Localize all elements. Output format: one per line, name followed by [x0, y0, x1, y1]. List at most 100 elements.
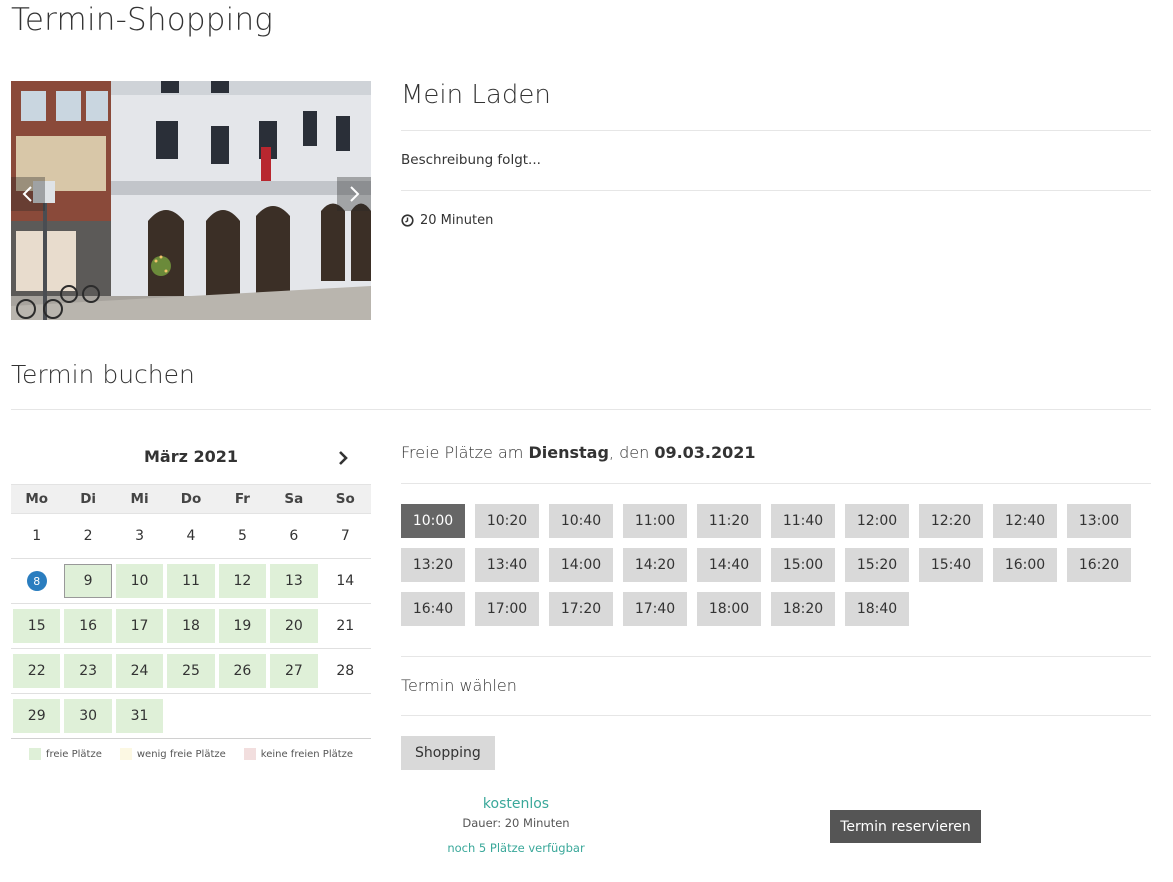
weekday-label: Mi: [130, 491, 149, 507]
divider: [401, 715, 1151, 716]
calendar-day[interactable]: 15: [11, 604, 62, 648]
calendar-empty-cell: [268, 694, 319, 738]
time-slot-button[interactable]: 15:00: [771, 548, 835, 582]
calendar-day[interactable]: 27: [268, 649, 319, 693]
calendar-day-number: 7: [340, 528, 350, 544]
time-slot-button[interactable]: 14:40: [697, 548, 761, 582]
calendar-day-number: 16: [79, 618, 98, 634]
slots-heading-middle: , den: [608, 443, 655, 462]
calendar-day: 21: [320, 604, 371, 648]
calendar-day-number: 8: [26, 571, 47, 591]
divider: [401, 483, 1151, 484]
time-slot-button[interactable]: 17:00: [475, 592, 539, 626]
time-slot-button[interactable]: 16:00: [993, 548, 1057, 582]
time-slot-button[interactable]: 18:00: [697, 592, 761, 626]
reserve-appointment-button[interactable]: Termin reservieren: [830, 810, 981, 843]
legend-swatch: [119, 748, 132, 760]
time-slot-button[interactable]: 11:40: [771, 504, 835, 538]
slots-heading-prefix: Freie Plätze am: [401, 443, 529, 462]
price-label: kostenlos: [482, 796, 550, 812]
calendar-day-number: 12: [233, 573, 252, 589]
time-slot-button[interactable]: 14:00: [549, 548, 613, 582]
calendar-day-number: 22: [27, 663, 46, 679]
shop-name: Mein Laden: [401, 80, 551, 110]
divider: [401, 656, 1151, 657]
calendar-day-number: 31: [130, 708, 149, 724]
weekday-label: Sa: [284, 491, 304, 507]
weekday-label: Do: [180, 491, 202, 507]
time-slot-button[interactable]: 16:20: [1067, 548, 1131, 582]
time-slot-button[interactable]: 12:00: [845, 504, 909, 538]
calendar-day[interactable]: 30: [62, 694, 113, 738]
calendar-weekday-header: Mo Di Mi Do Fr Sa So: [11, 484, 371, 514]
legend-label: freie Plätze: [45, 748, 102, 760]
calendar-day[interactable]: 13: [268, 559, 319, 603]
calendar-day[interactable]: 18: [165, 604, 216, 648]
time-slot-button[interactable]: 14:20: [623, 548, 687, 582]
calendar-day-number: 26: [233, 663, 252, 679]
time-slot-button[interactable]: 16:40: [401, 592, 465, 626]
time-slot-button[interactable]: 12:20: [919, 504, 983, 538]
time-slot-button[interactable]: 10:00: [401, 504, 465, 538]
legend-item: freie Plätze: [28, 748, 102, 760]
calendar-day[interactable]: 26: [217, 649, 268, 693]
calendar-empty-cell: [320, 694, 371, 738]
weekday-label: Mo: [25, 491, 49, 507]
time-slot-button[interactable]: 10:20: [475, 504, 539, 538]
calendar-day-number: 6: [289, 528, 299, 544]
time-slot-button[interactable]: 17:20: [549, 592, 613, 626]
calendar-week-row: 8 9 10 11 12 13 14: [11, 559, 371, 604]
calendar-day[interactable]: 25: [165, 649, 216, 693]
calendar-header: März 2021: [11, 440, 371, 474]
carousel-prev-button[interactable]: [11, 177, 45, 211]
calendar-day-number: 14: [336, 573, 355, 589]
calendar-day[interactable]: 10: [114, 559, 165, 603]
calendar-day[interactable]: 17: [114, 604, 165, 648]
time-slot-button[interactable]: 17:40: [623, 592, 687, 626]
time-slot-button[interactable]: 15:20: [845, 548, 909, 582]
divider: [11, 409, 1151, 410]
calendar-day-number: 17: [130, 618, 149, 634]
time-slot-button[interactable]: 10:40: [549, 504, 613, 538]
calendar-day-number: 24: [130, 663, 149, 679]
calendar-day-number: 9: [83, 573, 93, 589]
slots-heading-weekday: Dienstag: [528, 443, 609, 462]
slots-heading-date: 09.03.2021: [654, 443, 756, 462]
time-slot-button[interactable]: 13:40: [475, 548, 539, 582]
slots-heading: Freie Plätze am Dienstag, den 09.03.2021: [401, 443, 756, 462]
calendar-day: 1: [11, 514, 62, 558]
time-slot-button[interactable]: 18:20: [771, 592, 835, 626]
calendar-day-number: 15: [27, 618, 46, 634]
time-slot-button[interactable]: 13:20: [401, 548, 465, 582]
weekday-label: Di: [80, 491, 97, 507]
calendar-day-number: 23: [79, 663, 98, 679]
calendar-day[interactable]: 24: [114, 649, 165, 693]
calendar-day[interactable]: 22: [11, 649, 62, 693]
calendar-day[interactable]: 29: [11, 694, 62, 738]
time-slot-button[interactable]: 12:40: [993, 504, 1057, 538]
carousel-next-button[interactable]: [337, 177, 371, 211]
appointment-duration: Dauer: 20 Minuten: [462, 816, 570, 830]
time-slot-button[interactable]: 18:40: [845, 592, 909, 626]
calendar-day[interactable]: 16: [62, 604, 113, 648]
calendar-day[interactable]: 9: [62, 559, 113, 603]
appointment-type-button[interactable]: Shopping: [401, 736, 495, 770]
calendar-day[interactable]: 12: [217, 559, 268, 603]
calendar-day-number: 27: [284, 663, 303, 679]
time-slot-button[interactable]: 11:20: [697, 504, 761, 538]
calendar-day[interactable]: 11: [165, 559, 216, 603]
calendar-day[interactable]: 31: [114, 694, 165, 738]
shop-image-carousel: [11, 81, 371, 320]
time-slot-button[interactable]: 13:00: [1067, 504, 1131, 538]
legend-swatch: [243, 748, 256, 760]
time-slot-button[interactable]: 15:40: [919, 548, 983, 582]
calendar-next-month-button[interactable]: [333, 448, 353, 468]
calendar-day[interactable]: 19: [217, 604, 268, 648]
calendar-day[interactable]: 23: [62, 649, 113, 693]
calendar: März 2021 Mo Di Mi Do Fr Sa So 123456789…: [11, 440, 371, 739]
legend-label: wenig freie Plätze: [136, 748, 226, 760]
calendar-day-number: 21: [336, 618, 355, 634]
calendar-day[interactable]: 20: [268, 604, 319, 648]
time-slot-button[interactable]: 11:00: [623, 504, 687, 538]
calendar-day: 6: [268, 514, 319, 558]
